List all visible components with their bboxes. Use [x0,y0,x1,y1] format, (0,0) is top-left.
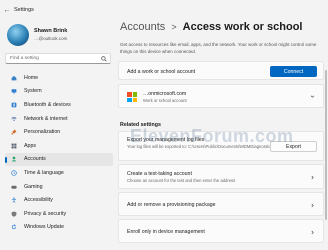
sidebar-item-system[interactable]: System [5,85,113,99]
enroll-title: Enroll only in device management [127,229,205,235]
back-arrow-icon[interactable]: ← [0,7,14,14]
sidebar-item-label: Gaming [24,183,43,190]
sidebar-item-home[interactable]: Home [5,71,113,85]
breadcrumb-separator: > [171,22,177,32]
sidebar-item-gaming[interactable]: Gaming [5,180,113,194]
connect-button[interactable]: Connect [270,66,317,77]
provisioning-card[interactable]: Add or remove a provisioning package [118,192,324,216]
sidebar-item-privacy-security[interactable]: Privacy & security [5,207,113,221]
export-logs-card: Export your management log files Your lo… [118,131,324,161]
profile-name: Shawn Brink [34,28,68,34]
connected-account-card[interactable]: …onmicrosoft.com Work or school account [118,84,324,108]
chevron-right-icon [311,175,314,180]
scrollbar[interactable] [325,70,327,220]
add-account-card: Add a work or school account Connect [118,61,324,80]
sidebar-item-windows-update[interactable]: Windows Update [5,221,113,235]
sidebar-item-label: Privacy & security [24,210,67,217]
test-account-card[interactable]: Create a test-taking account Choose an a… [118,164,324,189]
sidebar-item-label: Accounts [24,156,46,163]
export-logs-title: Export your management log files [127,137,205,143]
chevron-right-icon [311,203,314,207]
add-account-label: Add a work or school account [127,68,196,75]
app-title: Settings [14,7,34,13]
sidebar-item-label: Personalization [24,129,61,136]
chevron-right-icon [311,230,314,234]
sidebar-item-accounts[interactable]: Accounts [5,152,113,167]
sidebar-item-label: Time & language [24,169,64,176]
network-icon [11,116,17,121]
gaming-icon [11,185,17,189]
nav-list: Home System Bluetooth & devices Network & i… [5,71,113,234]
avatar [7,24,29,46]
title-bar: ← Settings [0,0,328,20]
microsoft-logo-icon [127,92,137,102]
sidebar-item-accessibility[interactable]: Accessibility [5,193,113,207]
brush-icon [11,129,17,135]
accounts-icon [11,157,17,162]
sidebar-item-label: Windows Update [24,224,65,231]
sidebar-item-label: System [24,88,42,95]
sidebar-item-time-language[interactable]: Time & language [5,166,113,180]
connected-account-type: Work or school account [143,98,187,103]
related-settings-heading: Related settings [120,122,161,128]
sidebar-item-label: Network & internet [24,115,68,122]
sidebar-item-label: Apps [24,142,37,149]
page-description: Get access to resources like email, apps… [120,42,317,54]
export-button[interactable]: Export [270,141,317,152]
search-icon [101,56,107,62]
update-icon [11,224,17,230]
search-placeholder: Find a setting [10,56,39,61]
system-icon [11,89,17,94]
home-icon [11,75,17,81]
enroll-card[interactable]: Enroll only in device management [118,219,324,243]
test-account-title: Create a test-taking account [127,171,192,177]
sidebar-item-label: Home [24,74,39,81]
breadcrumb-parent[interactable]: Accounts [120,21,165,33]
search-input[interactable]: Find a setting [5,53,111,64]
connected-account-name: …onmicrosoft.com [143,91,187,97]
sidebar-item-label: Bluetooth & devices [24,101,71,108]
accessibility-icon [11,197,17,203]
sidebar-item-network-internet[interactable]: Network & internet [5,112,113,126]
shield-icon [11,211,17,217]
time-language-icon [11,170,17,176]
chevron-down-icon[interactable] [310,94,315,99]
main-content: Accounts > Access work or school Get acc… [118,20,324,250]
sidebar-item-label: Accessibility [24,197,53,204]
user-profile[interactable]: Shawn Brink …@outlook.com [7,23,117,47]
page-title: Access work or school [182,21,303,33]
provisioning-title: Add or remove a provisioning package [127,202,216,208]
sidebar: Shawn Brink …@outlook.com Find a setting… [0,20,116,250]
profile-email: …@outlook.com [34,36,68,41]
sidebar-item-bluetooth-devices[interactable]: Bluetooth & devices [5,98,113,112]
breadcrumb: Accounts > Access work or school [120,21,302,33]
sidebar-item-apps[interactable]: Apps [5,139,113,153]
bluetooth-icon [11,102,17,108]
apps-icon [11,143,17,149]
test-account-subtitle: Choose an account for the test and then … [127,178,236,183]
sidebar-item-personalization[interactable]: Personalization [5,125,113,139]
export-logs-path: Your log files will be exported to: C:\U… [127,143,273,149]
